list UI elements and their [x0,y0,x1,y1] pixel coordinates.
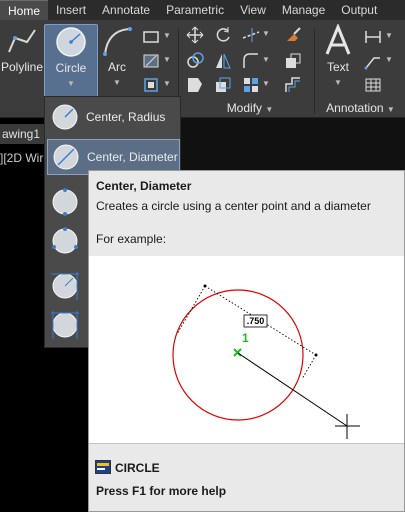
menu-item-center-radius[interactable]: Center, Radius [47,99,180,135]
modify-group-label[interactable]: Modify ▼ [190,100,310,116]
chevron-down-icon[interactable]: ▼ [163,55,171,64]
move-icon[interactable] [186,26,204,44]
polyline-icon [8,29,36,53]
circle-2-point-icon [52,188,78,216]
hatch-icon[interactable] [142,52,160,70]
chevron-down-icon[interactable]: ▼ [163,79,171,88]
tab-manage[interactable]: Manage [274,0,333,20]
command-tooltip: Center, Diameter Creates a circle using … [88,170,405,512]
text-button[interactable]: Text ▼ [318,24,358,104]
chevron-down-icon[interactable]: ▼ [385,55,393,64]
point-label: 1 [242,331,249,345]
boundary-icon[interactable] [142,76,160,94]
tooltip-example-label: For example: [96,232,167,246]
polyline-label: Polyline [0,60,44,74]
arc-label: Arc [108,60,126,74]
fillet-icon[interactable] [242,52,260,70]
dimension-icon[interactable] [364,28,382,46]
erase-icon[interactable] [284,26,302,44]
trim-icon[interactable] [242,26,260,44]
rotate-icon[interactable] [214,26,232,44]
chevron-down-icon[interactable]: ▼ [262,79,270,88]
chevron-down-icon[interactable]: ▼ [262,29,270,38]
tooltip-example-figure: .750 1 [89,256,404,443]
arc-button[interactable]: Arc ▼ [100,24,134,104]
tab-output[interactable]: Output [333,0,385,20]
example-circle [172,289,304,421]
tab-home[interactable]: Home [0,0,49,20]
chevron-down-icon: ▼ [386,105,395,114]
menu-item-label: Center, Diameter [87,150,178,164]
drawing-file-tab[interactable]: awing1 [0,124,44,144]
tab-insert[interactable]: Insert [48,0,94,20]
annotation-group-label[interactable]: Annotation ▼ [316,100,405,116]
circle-label: Circle [55,61,87,75]
menu-item-label: Center, Radius [86,110,166,124]
polyline-button[interactable]: Polyline [0,24,44,84]
copy-icon[interactable] [186,52,204,70]
text-a-icon [325,24,351,55]
circle-icon [56,27,86,57]
circle-3-point-icon [52,227,78,254]
chevron-down-icon[interactable]: ▼ [262,55,270,64]
table-icon[interactable] [364,76,382,94]
annotation-label: Annotation [326,101,384,115]
drawing-tab-strip [180,118,405,170]
command-line-icon [95,460,111,474]
chevron-down-icon: ▼ [265,105,274,114]
stretch-icon[interactable] [186,76,204,94]
circle-center-radius-icon [52,104,78,130]
rubber-band-line [237,352,348,427]
scale-icon[interactable] [214,76,232,94]
modify-label: Modify [226,101,263,115]
tooltip-command-name: CIRCLE [115,461,160,475]
circle-tan-tan-radius-icon [51,272,79,300]
explode-icon[interactable] [284,52,302,70]
dimension-text: .750 [247,316,265,326]
ribbon-tab-bar: Home Insert Annotate Parametric View Man… [0,0,405,20]
arc-icon [103,27,132,56]
tooltip-divider [89,443,404,444]
chevron-down-icon: ▼ [334,78,342,87]
chevron-down-icon[interactable]: ▼ [385,31,393,40]
leader-icon[interactable] [364,52,382,70]
mirror-icon[interactable] [214,52,232,70]
tooltip-title: Center, Diameter [96,179,192,193]
circle-tan-tan-tan-icon [51,311,79,339]
viewport-controls-label[interactable]: ][2D Wire [0,150,44,166]
tab-annotate[interactable]: Annotate [94,0,158,20]
extension-line [301,354,317,380]
tooltip-description: Creates a circle using a center point an… [96,199,371,213]
rectangle-icon[interactable] [142,28,160,46]
chevron-down-icon[interactable]: ▼ [163,31,171,40]
tab-view[interactable]: View [232,0,274,20]
offset-icon[interactable] [284,76,302,94]
group-separator [314,28,315,114]
circle-button[interactable]: Circle ▼ [44,24,98,106]
dimension-endpoint [203,284,207,288]
tooltip-help-hint: Press F1 for more help [96,484,227,498]
array-icon[interactable] [242,76,260,94]
circle-center-diameter-icon [53,144,79,170]
dimension-endpoint [314,353,318,357]
chevron-down-icon: ▼ [67,79,75,88]
chevron-down-icon: ▼ [113,78,121,87]
text-label: Text [326,60,349,74]
tab-parametric[interactable]: Parametric [158,0,232,20]
